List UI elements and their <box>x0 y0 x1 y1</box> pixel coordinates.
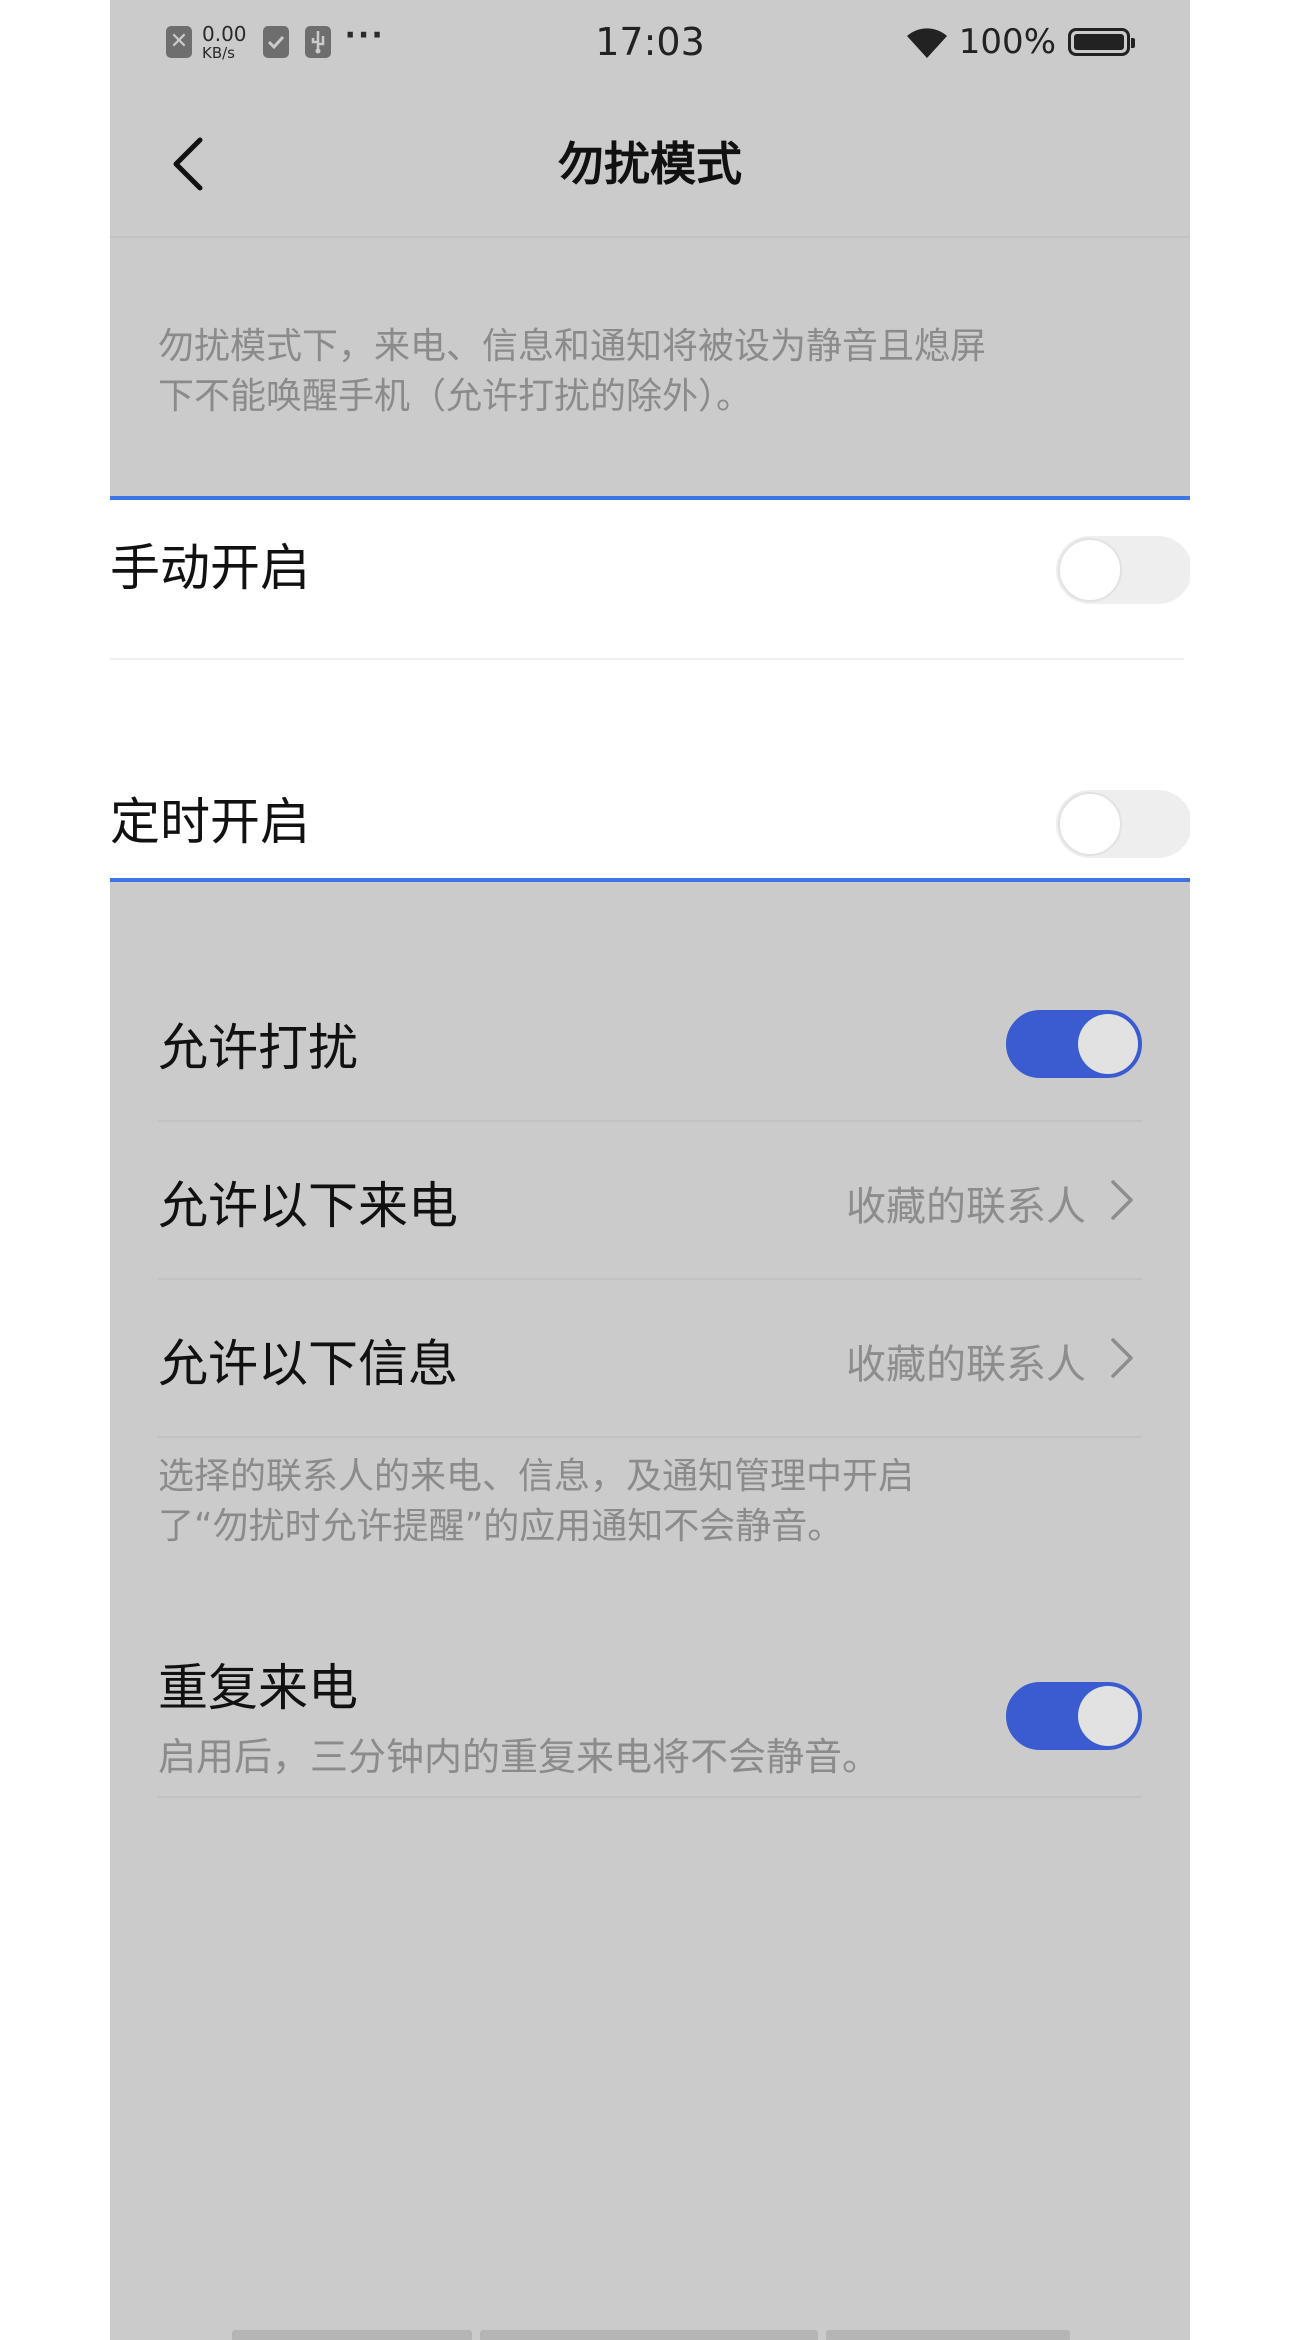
allow-note-line-2: 了“勿扰时允许提醒”的应用通知不会静音。 <box>158 1506 844 1547</box>
divider <box>110 658 1184 660</box>
status-right: 100% <box>905 22 1135 62</box>
toggle-knob <box>1078 1686 1138 1746</box>
page-title: 勿扰模式 <box>558 137 742 191</box>
battery-icon <box>1068 28 1135 56</box>
toggle-knob <box>1058 538 1122 602</box>
repeat-calls-toggle[interactable] <box>1006 1682 1142 1750</box>
toggle-knob <box>1078 1014 1138 1074</box>
scheduled-enable-toggle[interactable] <box>1056 790 1190 858</box>
allow-calls-row[interactable]: 允许以下来电 收藏的联系人 <box>158 1122 1142 1280</box>
nav-header: 勿扰模式 <box>110 84 1190 238</box>
allow-calls-label: 允许以下来电 <box>158 1177 458 1235</box>
allow-note: 选择的联系人的来电、信息，及通知管理中开启 了“勿扰时允许提醒”的应用通知不会静… <box>158 1452 1138 1552</box>
intro-line-1: 勿扰模式下，来电、信息和通知将被设为静音且熄屏 <box>158 326 987 367</box>
nav-bar-segment <box>232 2330 472 2340</box>
allow-interruptions-toggle[interactable] <box>1006 1010 1142 1078</box>
intro-description: 勿扰模式下，来电、信息和通知将被设为静音且熄屏 下不能唤醒手机（允许打扰的除外）… <box>158 322 1138 422</box>
scheduled-enable-row[interactable]: 定时开启 <box>110 754 1190 874</box>
allow-messages-row[interactable]: 允许以下信息 收藏的联系人 <box>158 1280 1142 1438</box>
chevron-right-icon <box>1102 1172 1142 1228</box>
allow-note-line-1: 选择的联系人的来电、信息，及通知管理中开启 <box>158 1456 915 1497</box>
manual-enable-toggle[interactable] <box>1056 536 1190 604</box>
repeat-calls-row[interactable]: 重复来电 启用后，三分钟内的重复来电将不会静音。 <box>158 1630 1142 1798</box>
highlighted-toggle-group: 手动开启 定时开启 <box>110 496 1190 882</box>
bottom-nav-indicator <box>110 2330 1190 2340</box>
battery-percent: 100% <box>958 22 1056 62</box>
scheduled-enable-label: 定时开启 <box>110 793 310 851</box>
nav-bar-segment <box>826 2330 1070 2340</box>
allow-interruptions-label: 允许打扰 <box>158 1019 358 1077</box>
settings-screen: ✕ 0.00 KB/s ··· 17:03 100% 勿扰模式 勿扰模式下，来电… <box>110 0 1190 2340</box>
toggle-knob <box>1058 792 1122 856</box>
repeat-calls-label: 重复来电 <box>158 1659 358 1717</box>
chevron-right-icon <box>1102 1330 1142 1386</box>
allow-messages-value: 收藏的联系人 <box>846 1342 1086 1388</box>
repeat-calls-description: 启用后，三分钟内的重复来电将不会静音。 <box>158 1735 881 1779</box>
allow-messages-label: 允许以下信息 <box>158 1335 458 1393</box>
status-bar: ✕ 0.00 KB/s ··· 17:03 100% <box>110 0 1190 84</box>
nav-bar-segment <box>480 2330 818 2340</box>
wifi-icon <box>906 28 947 58</box>
allow-calls-value: 收藏的联系人 <box>846 1184 1086 1230</box>
intro-line-2: 下不能唤醒手机（允许打扰的除外）。 <box>158 376 753 417</box>
allow-interruptions-row[interactable]: 允许打扰 <box>158 964 1142 1122</box>
manual-enable-row[interactable]: 手动开启 <box>110 500 1190 620</box>
manual-enable-label: 手动开启 <box>110 539 310 597</box>
